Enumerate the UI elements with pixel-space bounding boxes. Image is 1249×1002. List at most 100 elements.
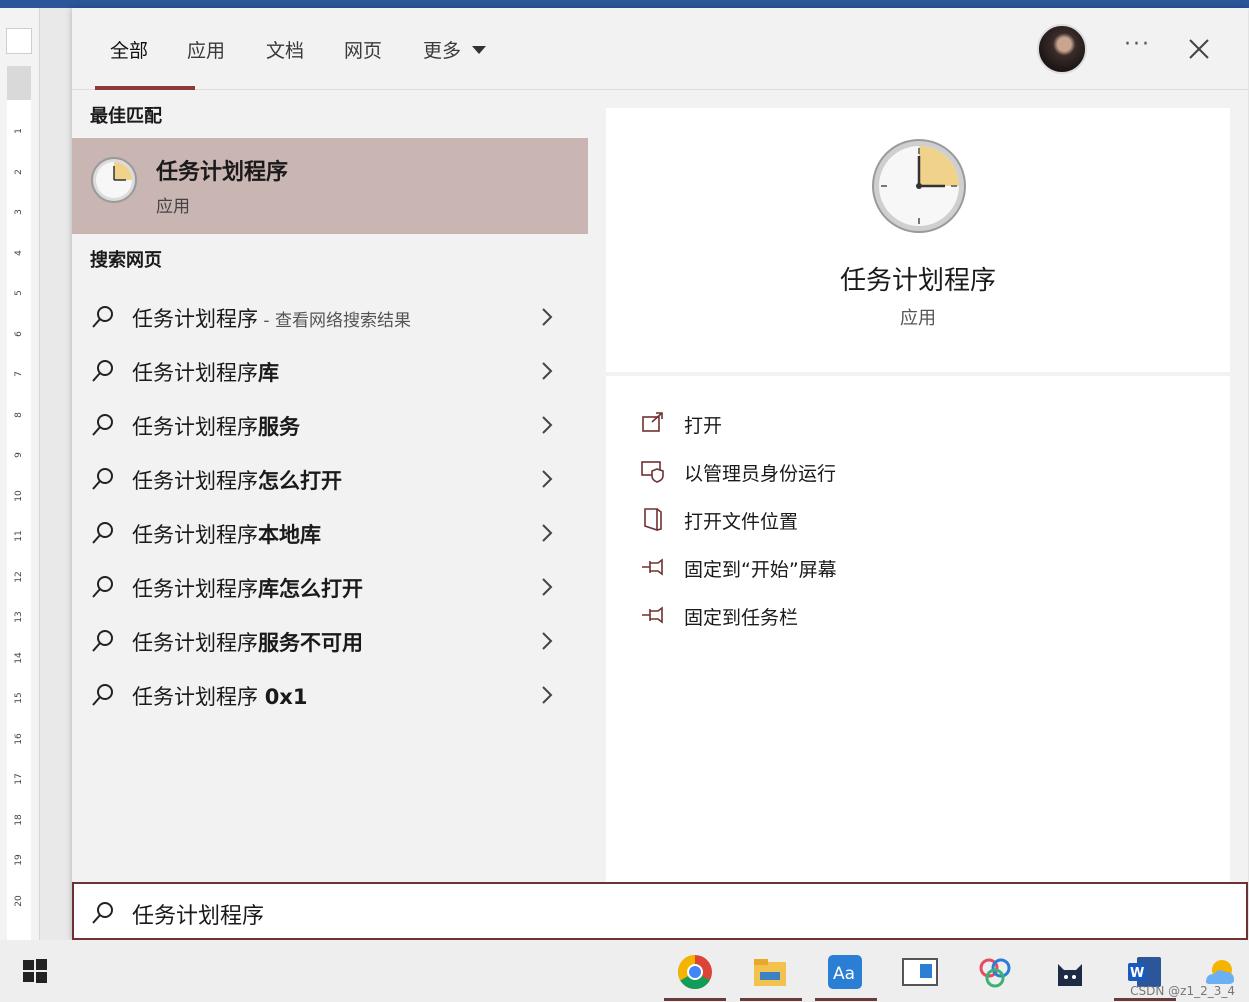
chevron-right-icon bbox=[542, 470, 553, 488]
suggestion-suffix: 怎么打开 bbox=[258, 469, 342, 493]
suggestion-base: 任务计划程序 bbox=[132, 469, 258, 493]
web-suggestion-row[interactable]: 任务计划程序怎么打开 bbox=[72, 452, 588, 506]
active-app-indicator bbox=[740, 998, 802, 1001]
ruler-number: 5 bbox=[14, 290, 24, 296]
close-icon[interactable] bbox=[1184, 34, 1214, 64]
file-explorer-icon[interactable] bbox=[750, 952, 790, 992]
action-open-file-location[interactable]: 打开文件位置 bbox=[640, 504, 1040, 536]
suggestion-subtext: - 查看网络搜索结果 bbox=[258, 311, 411, 331]
suggestion-suffix: 服务不可用 bbox=[258, 631, 363, 655]
ruler-number: 3 bbox=[14, 209, 24, 215]
vertical-ruler: 1 2 3 4 5 6 7 8 9 10 11 12 13 14 15 16 17 18 19 20 bbox=[0, 8, 40, 946]
search-icon bbox=[92, 468, 113, 490]
ruler-number: 7 bbox=[14, 371, 24, 377]
suggestion-suffix: 0x1 bbox=[264, 685, 308, 709]
baidu-netdisk-icon[interactable] bbox=[975, 952, 1015, 992]
ruler-number: 16 bbox=[14, 732, 24, 745]
watermark-text: CSDN @z1_2_3_4 bbox=[1130, 984, 1235, 998]
search-web-title: 搜索网页 bbox=[90, 250, 162, 271]
web-suggestion-row[interactable]: 任务计划程序 - 查看网络搜索结果 bbox=[72, 290, 588, 344]
ruler-number: 20 bbox=[14, 894, 24, 907]
detail-app-type: 应用 bbox=[900, 308, 936, 329]
chevron-right-icon bbox=[542, 308, 553, 326]
ruler-number: 2 bbox=[14, 168, 24, 175]
ruler-corner-button[interactable] bbox=[6, 28, 32, 54]
open-icon bbox=[642, 412, 663, 432]
search-box[interactable]: 任务计划程序 bbox=[72, 882, 1248, 940]
search-input[interactable]: 任务计划程序 bbox=[132, 898, 264, 930]
action-label: 固定到“开始”屏幕 bbox=[684, 559, 837, 581]
web-suggestion-row[interactable]: 任务计划程序库 bbox=[72, 344, 588, 398]
svg-text:W: W bbox=[1130, 966, 1144, 981]
action-label: 打开文件位置 bbox=[684, 511, 799, 533]
best-match-name: 任务计划程序 bbox=[156, 160, 289, 185]
pin-start-icon bbox=[642, 558, 663, 576]
more-options-button[interactable]: ··· bbox=[1124, 32, 1151, 57]
chevron-right-icon bbox=[542, 578, 553, 596]
tab-web[interactable]: 网页 bbox=[344, 36, 382, 63]
ruler-number: 18 bbox=[14, 813, 24, 826]
suggestion-suffix: 本地库 bbox=[258, 523, 321, 547]
avatar[interactable] bbox=[1037, 24, 1087, 74]
suggestion-text: 任务计划程序本地库 bbox=[132, 519, 321, 549]
search-icon bbox=[92, 576, 113, 598]
word-ribbon-strip bbox=[0, 0, 1249, 8]
search-icon bbox=[92, 414, 113, 436]
tab-apps[interactable]: 应用 bbox=[187, 36, 225, 63]
chrome-icon[interactable] bbox=[675, 952, 715, 992]
best-match-title: 最佳匹配 bbox=[90, 106, 162, 127]
suggestion-base: 任务计划程序 bbox=[132, 631, 258, 655]
active-app-indicator bbox=[1114, 998, 1176, 1001]
app-actions: 打开 以管理员身份运行 打开文件位置 固定到“开始”屏幕 固定到任务栏 bbox=[606, 376, 1230, 882]
chevron-down-icon[interactable] bbox=[472, 46, 486, 54]
search-icon bbox=[92, 360, 113, 382]
cat-app-icon[interactable] bbox=[1050, 952, 1090, 992]
search-icon bbox=[92, 902, 113, 924]
web-suggestion-row[interactable]: 任务计划程序 0x1 bbox=[72, 668, 588, 722]
active-app-indicator bbox=[664, 998, 726, 1001]
window-app-icon[interactable] bbox=[900, 952, 940, 992]
suggestion-base: 任务计划程序 bbox=[132, 307, 258, 331]
file-location-icon bbox=[644, 508, 662, 532]
suggestion-text: 任务计划程序 0x1 bbox=[132, 681, 307, 711]
tab-documents[interactable]: 文档 bbox=[266, 36, 304, 63]
detail-app-name: 任务计划程序 bbox=[839, 266, 996, 296]
web-suggestion-row[interactable]: 任务计划程序服务 bbox=[72, 398, 588, 452]
action-open[interactable]: 打开 bbox=[640, 408, 1040, 440]
suggestion-text: 任务计划程序库怎么打开 bbox=[132, 573, 363, 603]
search-icon bbox=[92, 522, 113, 544]
windows-start-icon[interactable] bbox=[22, 958, 48, 984]
suggestion-base: 任务计划程序 bbox=[132, 415, 258, 439]
tab-all[interactable]: 全部 bbox=[110, 36, 148, 63]
results-list: 最佳匹配 任务计划程序 应用 搜索网页 任务计划程序 - 查看网络搜索结果 任务计… bbox=[72, 90, 588, 882]
suggestion-suffix: 服务 bbox=[258, 415, 300, 439]
search-icon bbox=[92, 630, 113, 652]
clock-icon bbox=[872, 139, 966, 233]
chevron-right-icon bbox=[542, 416, 553, 434]
action-label: 打开 bbox=[684, 415, 723, 437]
web-suggestion-row[interactable]: 任务计划程序库怎么打开 bbox=[72, 560, 588, 614]
search-header: 全部 应用 文档 网页 更多 ··· bbox=[72, 8, 1248, 90]
app-detail-header: 任务计划程序 应用 bbox=[606, 108, 1230, 372]
suggestion-base: 任务计划程序 bbox=[132, 577, 258, 601]
suggestion-base: 任务计划程序 bbox=[132, 685, 265, 709]
tab-more[interactable]: 更多 bbox=[423, 36, 461, 63]
action-pin-to-start[interactable]: 固定到“开始”屏幕 bbox=[640, 552, 1040, 584]
ruler-number: 14 bbox=[14, 651, 24, 664]
dictionary-icon[interactable]: Aa bbox=[825, 952, 865, 992]
clock-icon bbox=[91, 157, 137, 203]
action-run-as-admin[interactable]: 以管理员身份运行 bbox=[640, 456, 1040, 488]
admin-shield-icon bbox=[641, 461, 664, 483]
ruler-number: 19 bbox=[14, 854, 24, 866]
web-suggestion-row[interactable]: 任务计划程序本地库 bbox=[72, 506, 588, 560]
ruler-number: 17 bbox=[14, 773, 24, 785]
best-match-item[interactable]: 任务计划程序 应用 bbox=[72, 138, 588, 234]
action-label: 以管理员身份运行 bbox=[684, 463, 837, 485]
suggestion-suffix: 库 bbox=[258, 361, 279, 385]
web-suggestion-row[interactable]: 任务计划程序服务不可用 bbox=[72, 614, 588, 668]
taskbar: Aa W CSDN @z1_2_3_4 bbox=[0, 940, 1249, 1002]
search-panel: 全部 应用 文档 网页 更多 ··· 最佳匹配 任务计划程序 应用 搜索网页 任… bbox=[72, 8, 1248, 940]
best-match-type: 应用 bbox=[156, 197, 190, 217]
action-pin-to-taskbar[interactable]: 固定到任务栏 bbox=[640, 600, 1040, 632]
suggestion-text: 任务计划程序服务不可用 bbox=[132, 627, 363, 657]
